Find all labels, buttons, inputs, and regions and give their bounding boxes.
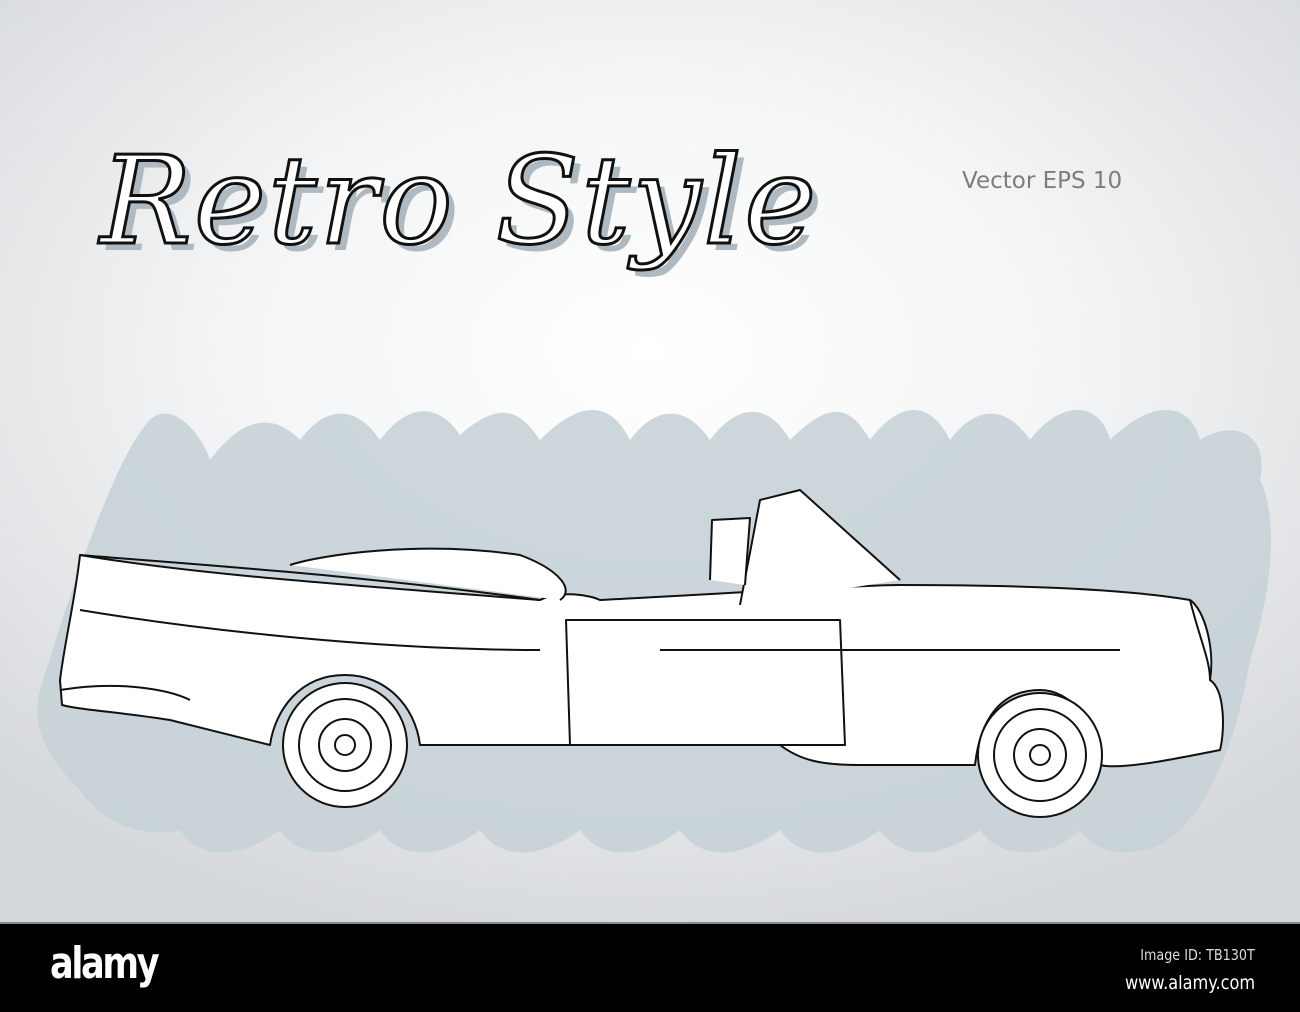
artwork-subtitle: Vector EPS 10 xyxy=(962,168,1123,194)
front-wheel xyxy=(977,692,1103,818)
watermark-footer: alamy Image ID: TB130T www.alamy.com xyxy=(0,922,1300,1012)
rear-wheel xyxy=(282,682,408,808)
artwork-title: Retro Style xyxy=(98,129,819,274)
site-url: www.alamy.com xyxy=(1124,972,1255,994)
illustration: Retro Style Vector EPS 10 xyxy=(0,0,1300,922)
image-id: Image ID: TB130T xyxy=(1140,946,1255,964)
alamy-logo: alamy xyxy=(50,938,160,989)
